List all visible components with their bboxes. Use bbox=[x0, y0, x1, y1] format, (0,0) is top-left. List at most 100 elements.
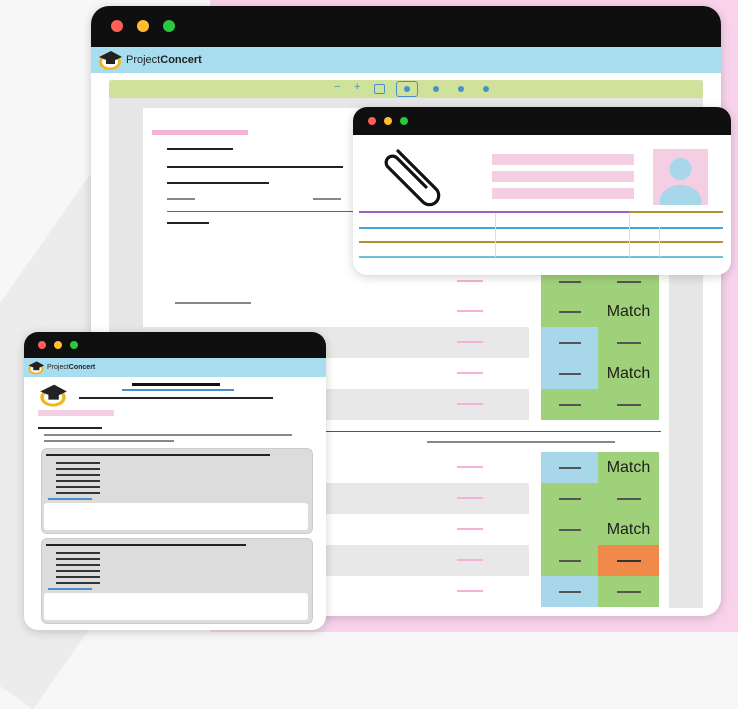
doc-pink-heading bbox=[152, 130, 248, 135]
grid-row-pink-marker bbox=[457, 466, 483, 468]
zoom-in-button[interactable]: + bbox=[354, 81, 360, 93]
view-toolbar: − + bbox=[109, 80, 703, 98]
grid-row-pink-marker bbox=[457, 497, 483, 499]
brand-prefix: Project bbox=[126, 54, 161, 66]
doc-line bbox=[167, 198, 195, 200]
grid-row-pink-marker bbox=[457, 280, 483, 282]
form-title-line bbox=[132, 383, 220, 386]
maximize-dot[interactable] bbox=[163, 20, 175, 32]
minimize-dot[interactable] bbox=[54, 341, 62, 349]
option-line bbox=[56, 462, 100, 464]
answer-link[interactable] bbox=[48, 498, 92, 500]
grid-cell-match[interactable]: Match bbox=[598, 452, 659, 483]
close-dot[interactable] bbox=[368, 117, 376, 125]
answer-link[interactable] bbox=[48, 588, 92, 590]
page-dot-active[interactable] bbox=[396, 81, 418, 97]
profile-rule bbox=[495, 211, 629, 213]
maximize-dot[interactable] bbox=[70, 341, 78, 349]
grid-cell-match[interactable]: Match bbox=[598, 296, 659, 327]
form-line bbox=[38, 427, 102, 429]
grid-cell-right[interactable] bbox=[598, 545, 659, 576]
form-app-header: ProjectConcert bbox=[24, 358, 326, 377]
grid-row-pink-marker bbox=[457, 403, 483, 405]
question-text-line bbox=[46, 454, 270, 456]
brand-bold: Concert bbox=[160, 54, 202, 66]
option-line bbox=[56, 582, 100, 584]
grid-cell-left[interactable] bbox=[541, 358, 598, 389]
grid-row-pink-marker bbox=[457, 528, 483, 530]
question-text-line bbox=[46, 544, 246, 546]
paperclip-icon bbox=[378, 143, 444, 212]
grid-cell-left[interactable] bbox=[541, 327, 598, 358]
doc-line bbox=[167, 222, 209, 224]
grid-cell-match[interactable]: Match bbox=[598, 514, 659, 545]
grid-cell-left[interactable] bbox=[541, 576, 598, 607]
grid-cell-right[interactable] bbox=[598, 327, 659, 358]
profile-field bbox=[492, 171, 634, 182]
grid-cell-right[interactable] bbox=[598, 483, 659, 514]
profile-field bbox=[492, 188, 634, 199]
form-window: ProjectConcert bbox=[24, 332, 326, 630]
doc-line bbox=[427, 441, 615, 443]
grid-cell-left[interactable] bbox=[541, 452, 598, 483]
option-line bbox=[56, 576, 100, 578]
profile-divider bbox=[629, 213, 630, 257]
match-label: Match bbox=[606, 520, 651, 538]
profile-rule bbox=[359, 227, 723, 229]
profile-window bbox=[353, 107, 731, 275]
grid-cell-left[interactable] bbox=[541, 389, 598, 420]
page-dot-4[interactable] bbox=[483, 86, 489, 92]
profile-divider bbox=[495, 213, 496, 257]
page-dot-2[interactable] bbox=[433, 86, 439, 92]
grid-cell-right[interactable] bbox=[598, 389, 659, 420]
close-dot[interactable] bbox=[38, 341, 46, 349]
answer-box[interactable] bbox=[44, 503, 308, 530]
grid-row-pink-marker bbox=[457, 310, 483, 312]
close-dot[interactable] bbox=[111, 20, 123, 32]
option-line bbox=[56, 552, 100, 554]
doc-line bbox=[167, 148, 233, 150]
grid-cell-left[interactable] bbox=[541, 483, 598, 514]
graduation-cap-logo-icon bbox=[38, 382, 68, 413]
grid-cell-left[interactable] bbox=[541, 545, 598, 576]
answer-box[interactable] bbox=[44, 593, 308, 620]
option-line bbox=[56, 474, 100, 476]
form-question-card[interactable] bbox=[41, 448, 313, 534]
option-line bbox=[56, 468, 100, 470]
form-pink-heading bbox=[38, 410, 114, 416]
main-titlebar bbox=[91, 6, 721, 47]
profile-titlebar bbox=[353, 107, 731, 135]
grid-row-pink-marker bbox=[457, 559, 483, 561]
brand-prefix: Project bbox=[47, 364, 69, 371]
form-line bbox=[44, 440, 174, 442]
doc-line bbox=[167, 166, 343, 168]
option-line bbox=[56, 480, 100, 482]
match-label: Match bbox=[606, 364, 651, 382]
grid-row-label-line bbox=[175, 302, 251, 304]
minimize-dot[interactable] bbox=[384, 117, 392, 125]
zoom-out-button[interactable]: − bbox=[334, 81, 340, 93]
profile-rule bbox=[629, 211, 723, 213]
form-line bbox=[79, 397, 273, 399]
maximize-dot[interactable] bbox=[400, 117, 408, 125]
grid-cell-right[interactable] bbox=[598, 576, 659, 607]
page-dot-3[interactable] bbox=[458, 86, 464, 92]
app-brand: ProjectConcert bbox=[126, 54, 202, 66]
form-titlebar bbox=[24, 332, 326, 358]
grid-cell-match[interactable]: Match bbox=[598, 358, 659, 389]
minimize-dot[interactable] bbox=[137, 20, 149, 32]
avatar-placeholder-icon bbox=[653, 149, 708, 205]
option-line bbox=[56, 558, 100, 560]
form-line bbox=[44, 434, 292, 436]
grid-cell-left[interactable] bbox=[541, 296, 598, 327]
option-line bbox=[56, 570, 100, 572]
form-question-card[interactable] bbox=[41, 538, 313, 624]
grid-row-pink-marker bbox=[457, 341, 483, 343]
grid-row-pink-marker bbox=[457, 372, 483, 374]
graduation-cap-logo-icon bbox=[27, 360, 45, 375]
option-line bbox=[56, 486, 100, 488]
profile-field bbox=[492, 154, 634, 165]
page-view-icon[interactable] bbox=[374, 84, 385, 94]
grid-cell-left[interactable] bbox=[541, 514, 598, 545]
doc-line bbox=[167, 182, 269, 184]
